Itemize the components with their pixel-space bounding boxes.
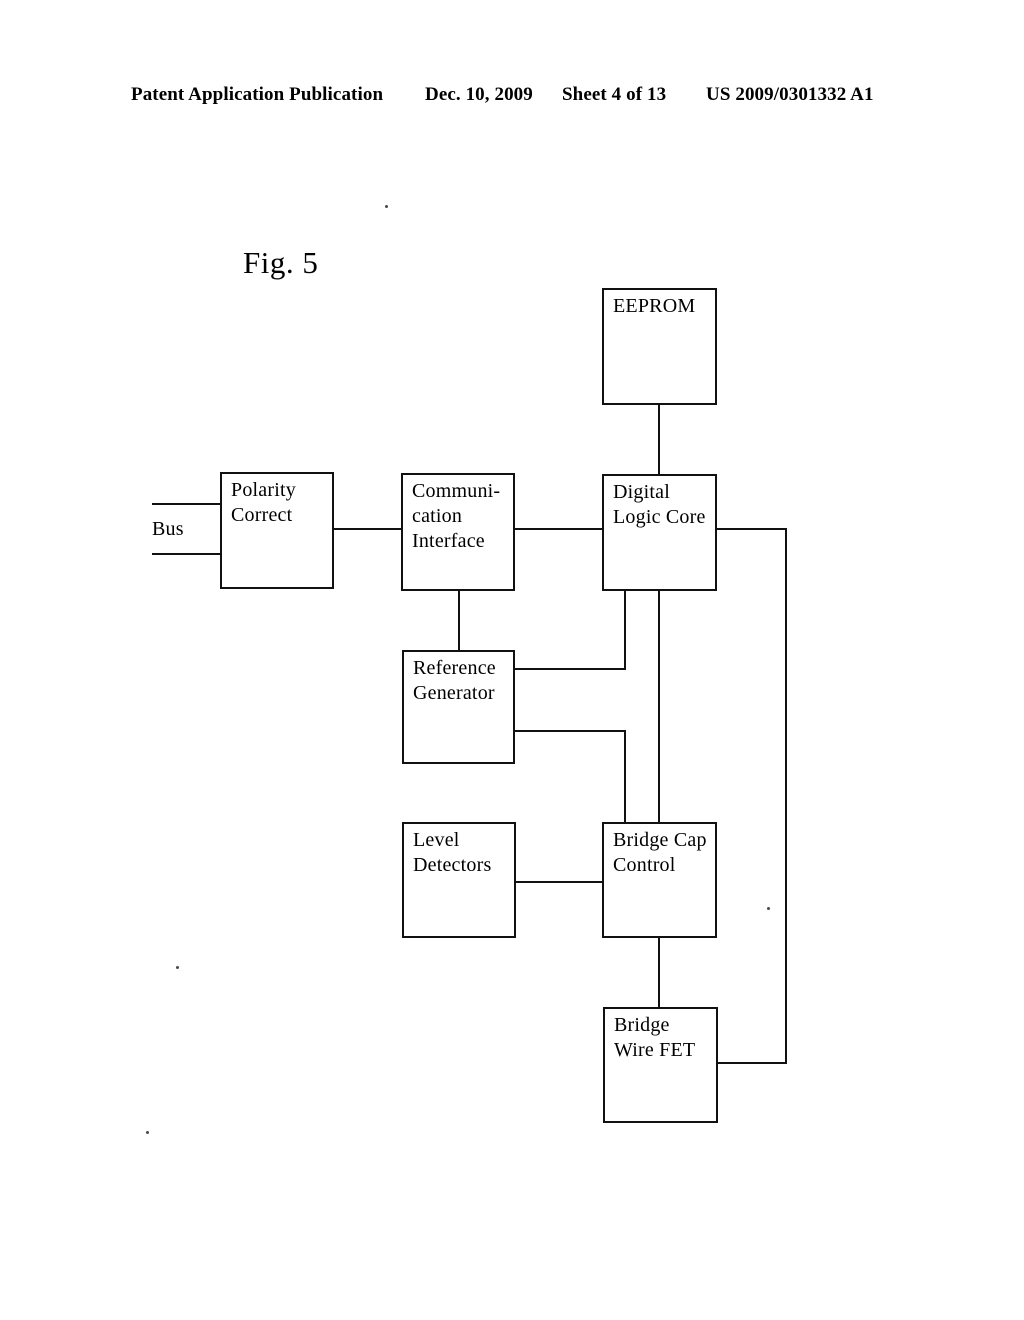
scan-speck xyxy=(767,907,770,910)
block-polarity-correct[interactable]: Polarity Correct xyxy=(220,472,334,589)
wire-bus-bottom xyxy=(152,553,222,555)
wire-comm-to-core xyxy=(514,528,604,530)
wire-comm-to-refgen xyxy=(458,590,460,652)
block-communication-interface-label: Communi- cation Interface xyxy=(412,480,501,552)
block-bridge-cap-control[interactable]: Bridge Cap Control xyxy=(602,822,717,938)
wire-bridgecap-to-fet xyxy=(658,937,660,1009)
block-eeprom[interactable]: EEPROM xyxy=(602,288,717,405)
wire-fet-right-stub xyxy=(717,1062,787,1064)
block-reference-generator-label: Reference Generator xyxy=(413,657,496,704)
wire-refgen-to-bridgecap-drop xyxy=(624,730,626,824)
wire-core-to-refgen-drop xyxy=(624,590,626,670)
wire-core-right-stub xyxy=(716,528,787,530)
block-polarity-correct-label: Polarity Correct xyxy=(231,479,296,526)
block-digital-logic-core-label: Digital Logic Core xyxy=(613,481,706,528)
scan-speck xyxy=(146,1131,149,1134)
block-level-detectors[interactable]: Level Detectors xyxy=(402,822,516,938)
wire-bus-top xyxy=(152,503,222,505)
block-bridge-cap-control-label: Bridge Cap Control xyxy=(613,829,707,876)
block-level-detectors-label: Level Detectors xyxy=(413,829,492,876)
wire-leveldet-to-bridgecap xyxy=(515,881,604,883)
wire-core-to-refgen-run xyxy=(514,668,626,670)
block-diagram: Bus EEPROM Polarity Correct Communi- cat… xyxy=(0,0,1024,1320)
block-bridge-wire-fet-label: Bridge Wire FET xyxy=(614,1014,696,1061)
block-digital-logic-core[interactable]: Digital Logic Core xyxy=(602,474,717,591)
block-communication-interface[interactable]: Communi- cation Interface xyxy=(401,473,515,591)
block-bridge-wire-fet[interactable]: Bridge Wire FET xyxy=(603,1007,718,1123)
block-reference-generator[interactable]: Reference Generator xyxy=(402,650,515,764)
wire-refgen-to-bridgecap-run xyxy=(514,730,626,732)
scan-speck xyxy=(385,205,388,208)
block-eeprom-label: EEPROM xyxy=(613,295,696,317)
scan-speck xyxy=(176,966,179,969)
bus-port-label: Bus xyxy=(152,518,184,540)
wire-eeprom-to-core xyxy=(658,404,660,476)
wire-right-bus-vertical xyxy=(785,528,787,1064)
wire-polarity-to-comm xyxy=(333,528,403,530)
wire-core-to-bridgecap xyxy=(658,590,660,824)
